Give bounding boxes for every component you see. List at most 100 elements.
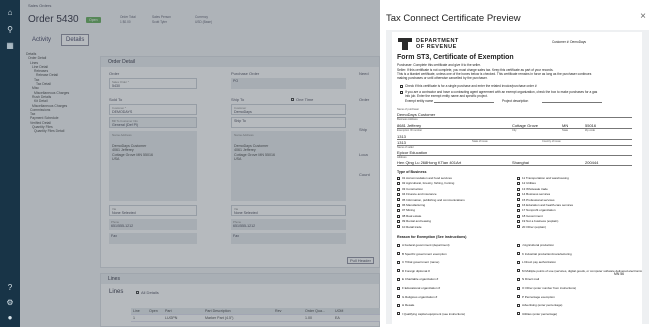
modal-title: Tax Connect Certificate Preview [386, 13, 521, 24]
business-types-right: 11 Transportation and warehousing 12 Util… [517, 176, 573, 230]
form-option-label: 07 Mining [402, 208, 416, 213]
checkbox-icon [517, 198, 520, 202]
checkbox-icon [397, 209, 400, 213]
search-icon[interactable]: ⚲ [5, 24, 15, 34]
reasons-right: J Agricultural production K Industrial pr… [517, 241, 642, 318]
pdf-viewer[interactable]: DEPARTMENT OF REVENUE Customer #: DemoDa… [386, 30, 649, 324]
reason-title: Reason for Exemption (See Instructions) [397, 235, 467, 239]
checkbox-icon [517, 209, 520, 213]
checkbox-icon [517, 295, 520, 299]
form-option: H Resale [397, 301, 465, 310]
form-option-label: 20 Other (explain) [522, 224, 547, 229]
checkbox-icon [397, 192, 400, 196]
form-option-label: 06 Manufacturing [402, 203, 426, 208]
form-option: Advertising (enter percentage) [517, 301, 642, 310]
checkbox-icon [397, 269, 400, 273]
exempt-id-label: Exemption ID number [397, 129, 423, 132]
seller-address-label: Address [397, 156, 407, 159]
checkbox-icon [517, 219, 520, 223]
checkbox-icon [397, 295, 400, 299]
business-address-label: Business Address [397, 118, 418, 121]
dept-of: OF REVENUE [416, 44, 457, 50]
country-issue-label: Country of issue [542, 140, 561, 143]
checkbox-icon [397, 176, 400, 180]
form-option: I Qualifying capital equipment (see inst… [397, 310, 465, 319]
checkbox-icon [397, 203, 400, 207]
exempt-entity-label: Exempt entity name [405, 99, 434, 103]
checkbox-icon [517, 192, 520, 196]
form-option: F Educational organization # [397, 284, 465, 293]
modal-overlay[interactable] [20, 0, 380, 327]
reason-value: MN 56 [614, 272, 624, 276]
checkbox-icon [397, 243, 400, 247]
form-option: A Federal government (department) [397, 241, 465, 250]
form-option-label: D Foreign diplomat # [402, 268, 430, 273]
customer-number: Customer #: DemoDays [552, 40, 587, 44]
form-option-label: A Federal government (department) [402, 243, 450, 247]
checkbox-icon [517, 176, 520, 180]
form-option: K Industrial production/manufacturing [517, 250, 642, 259]
form-option-label: 10 Retail trade [402, 224, 422, 229]
form-option: E Charitable organization # [397, 275, 465, 284]
checkbox-icon [517, 252, 520, 256]
checkbox-icon [517, 269, 520, 273]
name-purchaser-label: Name of purchaser [397, 108, 420, 111]
form-option-label: 08 Real estate [402, 213, 422, 218]
form-option-label: 09 Rental and leasing [402, 219, 432, 224]
form-option-label: Utilities (enter percentage) [522, 311, 558, 316]
state-label: State [562, 129, 569, 132]
certificate-preview-modal: Tax Connect Certificate Preview × DEPART… [380, 0, 653, 327]
checkbox-icon [397, 278, 400, 282]
form-option-label: 14 Business services [522, 192, 551, 197]
form-option: G Religious organization # [397, 293, 465, 302]
checkbox-icon [397, 286, 400, 290]
purchaser-instructions: Purchaser: Complete this certificate and… [397, 63, 481, 67]
checkbox-icon [517, 214, 520, 218]
seller-name-label: Name of seller [397, 146, 414, 149]
form-option: N Direct mail [517, 275, 642, 284]
user-icon[interactable]: ● [5, 312, 15, 322]
checkbox-icon [397, 219, 400, 223]
checkbox-icon [517, 312, 520, 316]
help-icon[interactable]: ? [5, 282, 15, 292]
form-option-label: 13 Wholesale trade [522, 186, 548, 191]
single-purchase-option: Check if this certificate is for a singl… [400, 84, 537, 88]
form-option-label: K Industrial production/manufacturing [522, 251, 572, 256]
checkbox-icon [397, 303, 400, 307]
form-option: J Agricultural production [517, 241, 642, 250]
form-option-label: 18 Government [522, 213, 543, 218]
grid-icon[interactable]: ▦ [5, 40, 15, 50]
settings-icon[interactable]: ⚙ [5, 297, 15, 307]
zip-label: Zip code [585, 129, 595, 132]
contractor-option-2: info job. Enter the exempt entity name a… [405, 94, 488, 98]
checkbox-icon [397, 182, 400, 186]
checkbox-icon [517, 278, 520, 282]
form-option-label: 02 Agricultural, forestry, fishing, hunt… [402, 181, 455, 186]
form-option-label: I Qualifying capital equipment (see inst… [402, 311, 466, 316]
home-icon[interactable]: ⌂ [5, 7, 15, 17]
checkbox-icon [397, 225, 400, 229]
form-option-label: J Agricultural production [522, 243, 555, 247]
checkbox-icon [397, 214, 400, 218]
form-option: D Foreign diplomat # [397, 267, 465, 276]
city-label: City [512, 129, 517, 132]
form-option-label: E Charitable organization # [402, 277, 439, 282]
form-option-label: 04 Finance and insurance [402, 192, 437, 197]
form-option-label: 12 Utilities [522, 181, 536, 186]
form-option-label: Advertising (enter percentage) [522, 303, 563, 308]
form-option-label: 16 Education and health-care services [522, 203, 574, 208]
form-option: C Tribal government (name) [397, 258, 465, 267]
close-icon[interactable]: × [640, 11, 646, 22]
form-option-label: H Resale [402, 303, 415, 308]
form-option-label: 15 Professional services [522, 197, 555, 202]
form-title: Form ST3, Certificate of Exemption [397, 54, 514, 61]
checkbox-icon [397, 252, 400, 256]
form-option-label: 11 Transportation and warehousing [522, 176, 569, 180]
form-option: B Specific government exemption [397, 250, 465, 259]
seller-instructions-3: making purchases or until otherwise canc… [397, 76, 488, 80]
nav-rail: ⌂ ⚲ ▦ ? ⚙ ● [0, 0, 20, 327]
checkbox-icon [517, 286, 520, 290]
form-option-label: 17 Nonprofit organization [522, 208, 556, 213]
business-types-left: 01 Accommodation and food services 02 Agr… [397, 176, 465, 230]
form-option-label: O Other (enter number from instructions) [522, 285, 577, 290]
